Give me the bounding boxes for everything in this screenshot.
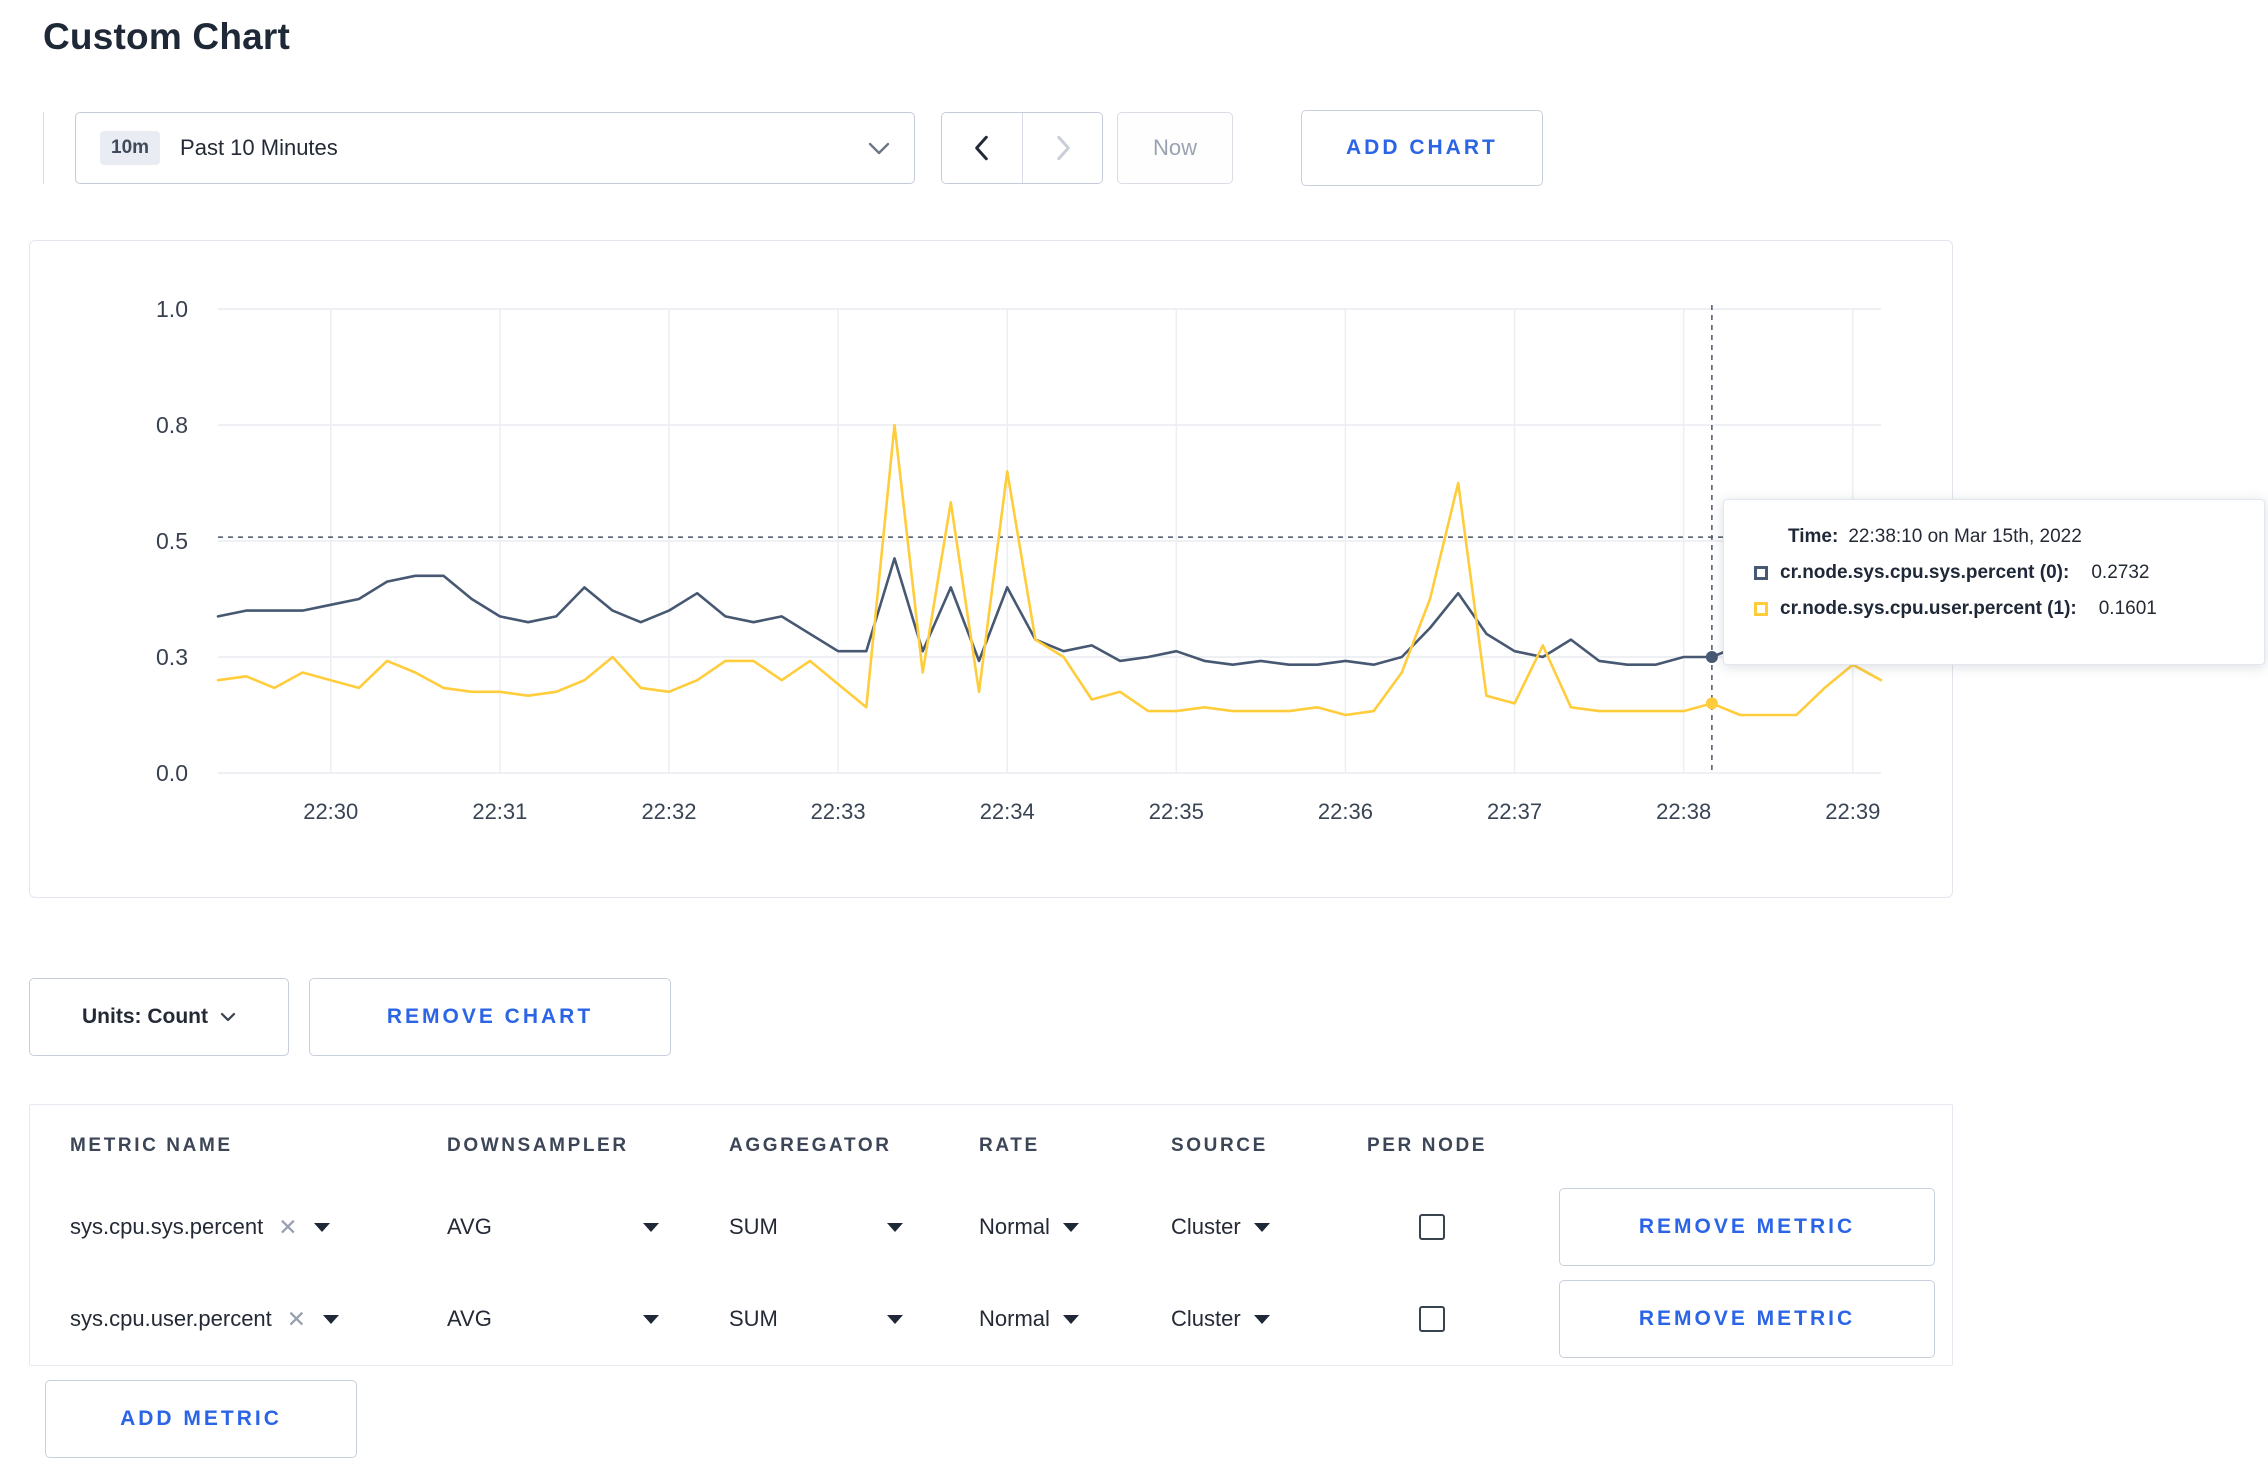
toolbar-divider — [43, 112, 44, 184]
svg-text:0.8: 0.8 — [156, 412, 188, 438]
caret-down-icon — [643, 1222, 659, 1232]
caret-down-icon — [887, 1314, 903, 1324]
svg-text:22:30: 22:30 — [303, 799, 358, 824]
metrics-table: METRIC NAME DOWNSAMPLER AGGREGATOR RATE … — [29, 1104, 1953, 1366]
chart-tooltip: Time: 22:38:10 on Mar 15th, 2022 cr.node.… — [1723, 499, 2265, 665]
tooltip-time-value: 22:38:10 on Mar 15th, 2022 — [1848, 526, 2082, 547]
source-value: Cluster — [1171, 1214, 1241, 1239]
units-select[interactable]: Units: Count — [29, 978, 289, 1056]
svg-text:22:35: 22:35 — [1149, 799, 1204, 824]
svg-text:22:36: 22:36 — [1318, 799, 1373, 824]
chart-controls: Units: Count REMOVE CHART — [29, 978, 2268, 1056]
custom-chart-page: Custom Chart 10m Past 10 Minutes Now ADD… — [0, 0, 2268, 1478]
next-time-button[interactable] — [1022, 113, 1102, 183]
per-node-checkbox[interactable] — [1419, 1306, 1445, 1332]
time-nav — [941, 112, 1103, 184]
chart-card: 0.0 0.3 0.5 0.8 1.0 22:30 22:31 22:32 22:33 22:34… — [29, 240, 2265, 898]
svg-text:22:38: 22:38 — [1656, 799, 1711, 824]
downsampler-select[interactable]: AVG — [447, 1214, 659, 1240]
metric-row: sys.cpu.user.percent ✕ AVG SUM Normal Cl… — [70, 1273, 1936, 1365]
metrics-table-header: METRIC NAME DOWNSAMPLER AGGREGATOR RATE … — [70, 1135, 1936, 1181]
clear-metric-icon[interactable]: ✕ — [287, 1307, 306, 1331]
add-metric-button[interactable]: ADD METRIC — [45, 1380, 357, 1458]
toolbar: 10m Past 10 Minutes Now ADD CHART — [43, 110, 2268, 186]
tooltip-series-label: cr.node.sys.cpu.user.percent (1): — [1780, 598, 2077, 619]
aggregator-select[interactable]: SUM — [729, 1306, 903, 1332]
tooltip-series-value: 0.1601 — [2098, 598, 2157, 619]
remove-chart-button[interactable]: REMOVE CHART — [309, 978, 671, 1056]
downsampler-select[interactable]: AVG — [447, 1306, 659, 1332]
metric-name-select[interactable]: sys.cpu.sys.percent ✕ — [70, 1214, 447, 1240]
svg-text:22:34: 22:34 — [980, 799, 1035, 824]
metric-name-value[interactable]: sys.cpu.sys.percent — [70, 1214, 263, 1240]
col-header-metric-name: METRIC NAME — [70, 1135, 233, 1156]
add-chart-button[interactable]: ADD CHART — [1301, 110, 1543, 186]
svg-text:22:31: 22:31 — [472, 799, 527, 824]
caret-down-icon — [643, 1314, 659, 1324]
time-range-label: Past 10 Minutes — [180, 135, 338, 160]
svg-text:22:39: 22:39 — [1825, 799, 1880, 824]
rate-value: Normal — [979, 1306, 1050, 1331]
clear-metric-icon[interactable]: ✕ — [278, 1215, 297, 1239]
chevron-down-icon — [220, 1012, 236, 1022]
prev-time-button[interactable] — [942, 113, 1022, 183]
metric-name-value[interactable]: sys.cpu.user.percent — [70, 1306, 272, 1332]
remove-metric-button[interactable]: REMOVE METRIC — [1559, 1280, 1935, 1358]
metric-row: sys.cpu.sys.percent ✕ AVG SUM Normal Clu… — [70, 1181, 1936, 1273]
metric-name-select[interactable]: sys.cpu.user.percent ✕ — [70, 1306, 447, 1332]
tooltip-series-value: 0.2732 — [2091, 562, 2150, 583]
svg-text:22:37: 22:37 — [1487, 799, 1542, 824]
aggregator-select[interactable]: SUM — [729, 1214, 903, 1240]
page-title: Custom Chart — [43, 16, 291, 57]
caret-down-icon — [1253, 1314, 1270, 1324]
caret-down-icon[interactable] — [323, 1314, 340, 1324]
remove-metric-button[interactable]: REMOVE METRIC — [1559, 1188, 1935, 1266]
chevron-right-icon — [1056, 135, 1070, 161]
tooltip-series-row: cr.node.sys.cpu.sys.percent (0): 0.2732 — [1754, 562, 2234, 584]
col-header-aggregator: AGGREGATOR — [729, 1135, 892, 1156]
units-label: Units: Count — [82, 1005, 208, 1028]
col-header-source: SOURCE — [1171, 1135, 1268, 1156]
svg-text:22:33: 22:33 — [811, 799, 866, 824]
caret-down-icon — [1062, 1222, 1079, 1232]
time-range-select[interactable]: 10m Past 10 Minutes — [75, 112, 915, 184]
now-button[interactable]: Now — [1117, 112, 1233, 184]
tooltip-time: Time: 22:38:10 on Mar 15th, 2022 — [1788, 526, 2234, 548]
chevron-left-icon — [975, 135, 988, 161]
source-select[interactable]: Cluster — [1171, 1306, 1270, 1332]
series-swatch-user-icon — [1754, 602, 1768, 616]
aggregator-value: SUM — [729, 1214, 778, 1239]
chevron-down-icon — [868, 142, 890, 154]
series-swatch-sys-icon — [1754, 566, 1768, 580]
tooltip-series-label: cr.node.sys.cpu.sys.percent (0): — [1780, 562, 2070, 583]
source-value: Cluster — [1171, 1306, 1241, 1331]
col-header-per-node: PER NODE — [1367, 1135, 1488, 1156]
rate-select[interactable]: Normal — [979, 1306, 1079, 1332]
caret-down-icon — [1062, 1314, 1079, 1324]
svg-text:1.0: 1.0 — [156, 296, 188, 322]
caret-down-icon — [1253, 1222, 1270, 1232]
aggregator-value: SUM — [729, 1306, 778, 1331]
rate-value: Normal — [979, 1214, 1050, 1239]
per-node-checkbox[interactable] — [1419, 1214, 1445, 1240]
caret-down-icon[interactable] — [314, 1222, 331, 1232]
svg-text:22:32: 22:32 — [641, 799, 696, 824]
rate-select[interactable]: Normal — [979, 1214, 1079, 1240]
svg-text:0.0: 0.0 — [156, 760, 188, 786]
col-header-downsampler: DOWNSAMPLER — [447, 1135, 629, 1156]
svg-text:0.5: 0.5 — [156, 528, 188, 554]
caret-down-icon — [887, 1222, 903, 1232]
tooltip-time-label: Time: — [1788, 526, 1839, 547]
source-select[interactable]: Cluster — [1171, 1214, 1270, 1240]
time-range-badge: 10m — [100, 131, 161, 165]
downsampler-value: AVG — [447, 1306, 492, 1331]
chart-svg[interactable]: 0.0 0.3 0.5 0.8 1.0 22:30 22:31 22:32 22:33 22:34… — [30, 241, 1951, 896]
svg-text:0.3: 0.3 — [156, 644, 188, 670]
col-header-rate: RATE — [979, 1135, 1040, 1156]
downsampler-value: AVG — [447, 1214, 492, 1239]
tooltip-series-row: cr.node.sys.cpu.user.percent (1): 0.1601 — [1754, 598, 2234, 620]
